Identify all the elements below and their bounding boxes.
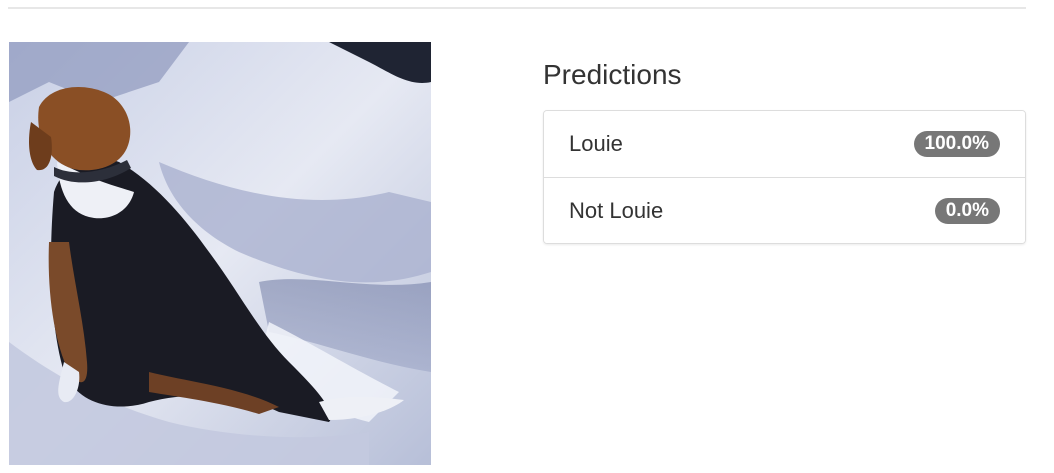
- predictions-list: Louie 100.0% Not Louie 0.0%: [543, 110, 1026, 244]
- top-divider: [8, 7, 1026, 9]
- prediction-score-badge: 0.0%: [934, 197, 1000, 224]
- prediction-item-louie: Louie 100.0%: [544, 111, 1025, 177]
- prediction-item-not-louie: Not Louie 0.0%: [544, 177, 1025, 243]
- predictions-heading: Predictions: [543, 59, 682, 90]
- page: Predictions Louie 100.0% Not Louie 0.0%: [0, 0, 1054, 473]
- predictions-panel: Predictions Louie 100.0% Not Louie 0.0%: [543, 58, 1026, 244]
- uploaded-photo: [9, 42, 431, 465]
- dog-in-snow-image: [9, 42, 431, 465]
- prediction-label: Not Louie: [569, 197, 664, 223]
- prediction-label: Louie: [569, 131, 623, 156]
- prediction-score-badge: 100.0%: [913, 131, 1000, 157]
